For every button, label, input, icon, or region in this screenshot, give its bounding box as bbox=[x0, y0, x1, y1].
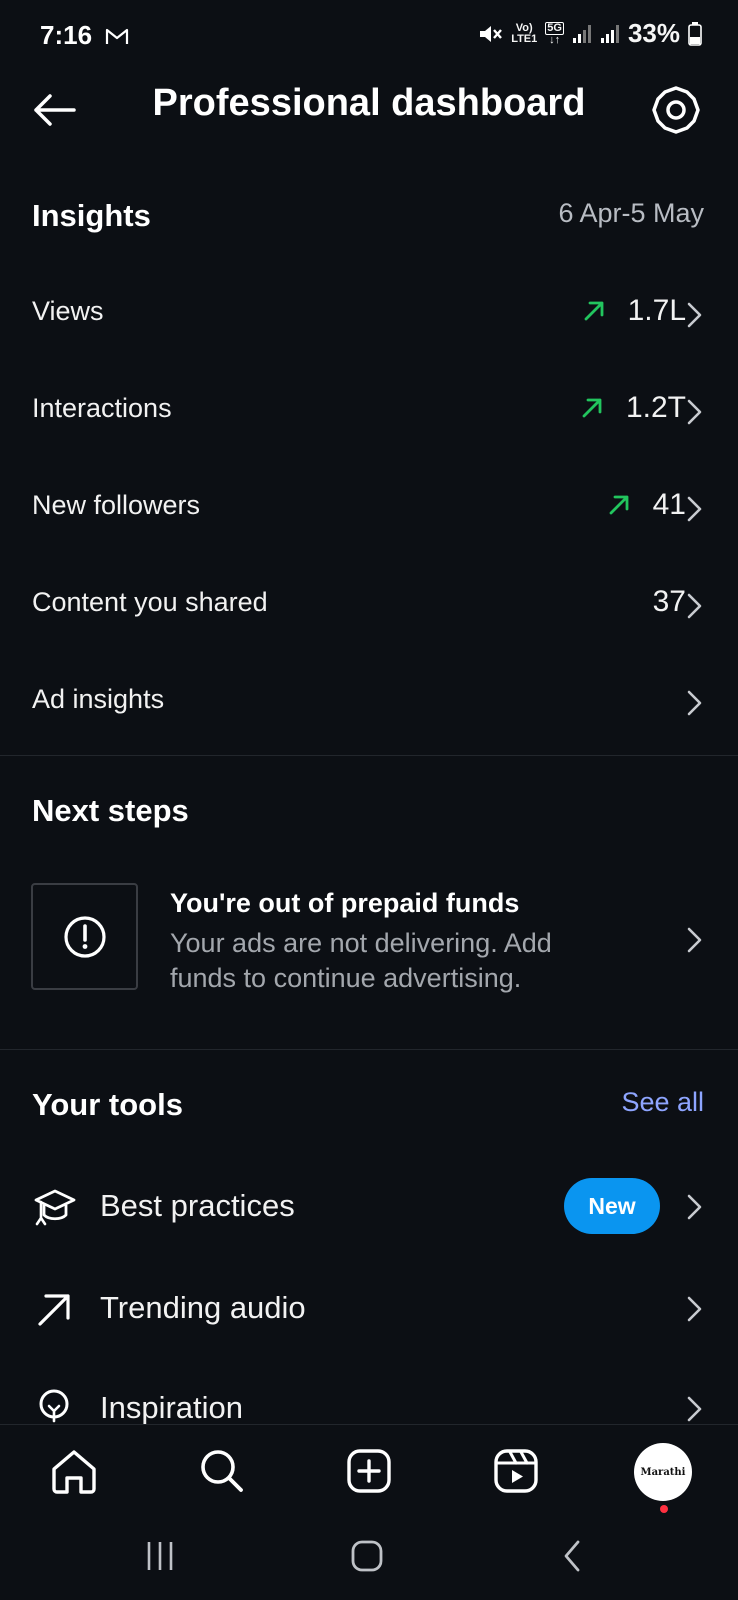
tool-row-trending-audio[interactable]: Trending audio bbox=[0, 1274, 738, 1344]
mute-icon bbox=[480, 25, 503, 42]
notification-dot bbox=[660, 1505, 668, 1513]
insight-row-value: 1.7L bbox=[627, 294, 686, 327]
tool-row-inspiration[interactable]: Inspiration bbox=[0, 1374, 738, 1424]
trend-up-icon bbox=[584, 301, 604, 321]
home-button-icon[interactable] bbox=[349, 1538, 385, 1574]
insight-row-label: New followers bbox=[32, 490, 201, 520]
gmail-icon bbox=[106, 28, 129, 44]
battery-percentage: 33% bbox=[627, 18, 680, 48]
insight-row-label: Interactions bbox=[32, 393, 172, 423]
tool-label: Trending audio bbox=[100, 1290, 306, 1325]
notice-title: You're out of prepaid funds bbox=[170, 888, 520, 918]
search-icon[interactable] bbox=[194, 1443, 250, 1499]
reels-icon[interactable] bbox=[488, 1443, 544, 1499]
new-badge: New bbox=[564, 1178, 660, 1234]
tool-label: Best practices bbox=[100, 1188, 295, 1223]
battery-icon bbox=[688, 21, 702, 46]
insight-row-views[interactable]: Views 1.7L bbox=[0, 284, 738, 344]
chevron-right-icon bbox=[687, 927, 702, 953]
chevron-right-icon bbox=[687, 1296, 702, 1322]
chevron-right-icon bbox=[687, 1194, 702, 1220]
graduation-cap-icon bbox=[34, 1189, 76, 1226]
system-navigation-bar bbox=[0, 1518, 738, 1600]
recent-apps-icon[interactable] bbox=[145, 1538, 175, 1574]
back-button-icon[interactable] bbox=[560, 1538, 584, 1574]
insight-row-label: Content you shared bbox=[32, 587, 268, 617]
network-5g-text: 5G bbox=[545, 21, 564, 35]
volte-text: Vo) bbox=[515, 21, 533, 34]
section-divider bbox=[0, 755, 738, 756]
alert-circle-icon bbox=[63, 915, 106, 958]
trend-up-icon bbox=[609, 495, 629, 515]
volte-indicator: Vo) LTE1 bbox=[511, 21, 538, 45]
status-time: 7:16 bbox=[40, 20, 129, 51]
insight-row-content-shared[interactable]: Content you shared 37 bbox=[0, 575, 738, 635]
lightbulb-icon bbox=[39, 1389, 69, 1423]
lte-text: LTE1 bbox=[511, 32, 538, 45]
signal-icon-2 bbox=[600, 24, 619, 43]
tool-row-best-practices[interactable]: Best practices New bbox=[0, 1172, 738, 1242]
insight-row-value: 41 bbox=[652, 488, 686, 521]
signal-icon-1 bbox=[572, 24, 591, 43]
home-icon[interactable] bbox=[46, 1443, 102, 1499]
status-indicators: Vo) LTE1 5G ↓↑ 33% bbox=[477, 18, 702, 49]
trending-arrow-icon bbox=[38, 1294, 70, 1326]
chevron-right-icon bbox=[687, 399, 702, 425]
insights-section-title: Insights bbox=[32, 198, 151, 233]
avatar-logo-text: Marathi bbox=[640, 1466, 686, 1478]
chevron-right-icon bbox=[687, 496, 702, 522]
chevron-right-icon bbox=[687, 593, 702, 619]
insight-row-label: Ad insights bbox=[32, 684, 165, 714]
bottom-navigation: Marathi bbox=[0, 1424, 738, 1518]
insight-row-value: 37 bbox=[652, 585, 686, 618]
network-5g-indicator: 5G ↓↑ bbox=[545, 21, 564, 46]
settings-gear-icon[interactable] bbox=[650, 84, 702, 136]
insight-row-value: 1.2T bbox=[625, 391, 686, 424]
insight-row-label: Views bbox=[32, 296, 104, 326]
insight-row-interactions[interactable]: Interactions 1.2T bbox=[0, 381, 738, 441]
page-title: Professional dashboard bbox=[152, 82, 586, 124]
your-tools-section-title: Your tools bbox=[32, 1087, 183, 1122]
chevron-right-icon bbox=[687, 690, 702, 716]
create-post-icon[interactable] bbox=[341, 1443, 397, 1499]
see-all-link[interactable]: See all bbox=[621, 1087, 704, 1118]
chevron-right-icon bbox=[687, 1396, 702, 1422]
section-divider bbox=[0, 1049, 738, 1050]
profile-avatar[interactable]: Marathi bbox=[634, 1443, 692, 1501]
insight-row-new-followers[interactable]: New followers 41 bbox=[0, 478, 738, 538]
next-steps-section-title: Next steps bbox=[32, 793, 189, 828]
status-time-text: 7:16 bbox=[40, 20, 93, 50]
insight-row-ad-insights[interactable]: Ad insights bbox=[0, 672, 738, 732]
notice-description: Your ads are not delivering. Add funds t… bbox=[170, 928, 552, 993]
trend-up-icon bbox=[582, 398, 602, 418]
tool-label: Inspiration bbox=[100, 1390, 244, 1424]
notice-icon-box bbox=[31, 883, 138, 990]
data-arrows-icon: ↓↑ bbox=[549, 33, 561, 46]
date-range[interactable]: 6 Apr-5 May bbox=[558, 198, 704, 229]
chevron-right-icon bbox=[687, 302, 702, 328]
